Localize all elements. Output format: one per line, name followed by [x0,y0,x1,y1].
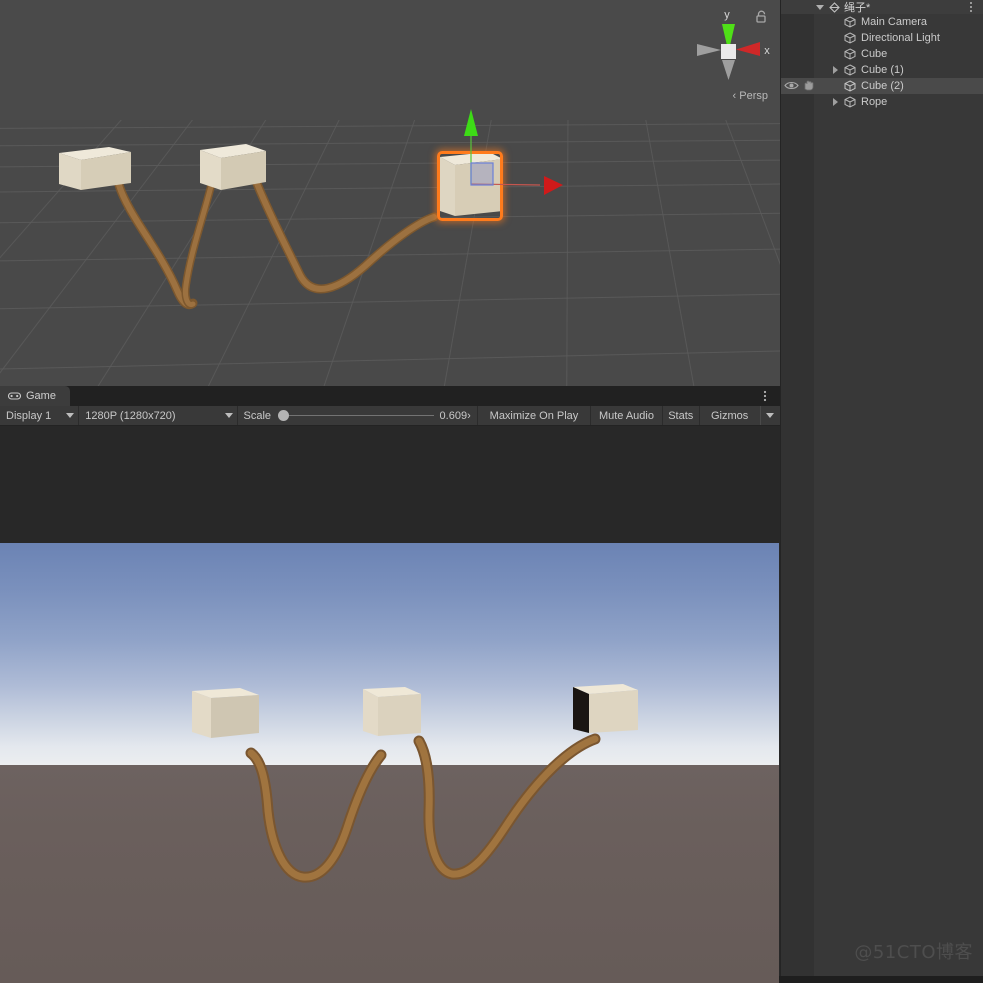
scene-gizmo-lock-icon[interactable] [755,10,768,24]
left-column: y x ‹ Persp Game Display 1 1280P (1280x7… [0,0,780,983]
hierarchy-item-label: Cube (2) [861,80,904,92]
gameobject-cube-icon [844,96,857,109]
gizmos-label: Gizmos [710,409,749,422]
mute-audio-label: Mute Audio [598,409,654,422]
game-panel-kebab-menu-icon[interactable] [759,388,771,404]
scene-grid [0,120,780,386]
game-cube-3 [573,684,638,733]
hierarchy-item-cube-1[interactable]: Cube (1) [781,62,983,78]
gizmos-dropdown-button[interactable] [760,406,780,425]
display-dropdown-label: Display 1 [6,409,52,422]
persp-text: Persp [739,90,768,102]
game-toolbar: Display 1 1280P (1280x720) Scale 0.609› [0,406,780,426]
game-cube-1 [192,688,259,738]
gizmo-center-cube [721,44,736,59]
mute-audio-button[interactable]: Mute Audio [591,406,663,425]
game-panel: Game Display 1 1280P (1280x720) Scale 0.… [0,386,780,983]
hierarchy-item-cube[interactable]: Cube [781,46,983,62]
stats-label: Stats [668,409,694,422]
scale-slider-knob[interactable] [278,410,290,421]
hierarchy-item-label: Rope [861,96,888,108]
hierarchy-item-label: Main Camera [861,16,928,28]
hierarchy-item-label: Cube [861,48,888,60]
tab-game[interactable]: Game [0,386,70,406]
gameobject-cube-icon [844,64,857,77]
stats-button[interactable]: Stats [662,406,700,425]
hierarchy-item-label: Directional Light [861,32,940,44]
scale-slider-track [278,415,434,416]
gamepad-icon [8,392,21,400]
hand-icon[interactable] [802,79,815,91]
gameobject-cube-icon [844,32,857,45]
hierarchy-gutter [781,0,814,976]
scale-slider[interactable] [278,409,434,423]
display-dropdown[interactable]: Display 1 [0,406,80,425]
hierarchy-kebab-menu-icon[interactable] [966,0,976,14]
watermark: @51CTO博客 [854,942,973,963]
chevron-down-icon [224,413,233,418]
scene-ground-plane [0,120,780,386]
gameobject-cube-icon [844,48,857,61]
hierarchy-item-directional-light[interactable]: Directional Light [781,30,983,46]
game-cube-2 [363,687,421,736]
hierarchy-item-main-camera[interactable]: Main Camera [781,14,983,30]
game-cubes [192,684,638,738]
resolution-dropdown-label: 1280P (1280x720) [85,409,176,422]
gizmo-cone-negx [697,44,721,56]
hierarchy-item-label: Cube (1) [861,64,904,76]
game-tab-row: Game [0,386,780,406]
scale-label: Scale [243,409,272,422]
scene-view[interactable]: y x ‹ Persp [0,0,780,386]
hierarchy-item-list: Main Camera Directional Light Cube Cube … [781,14,983,110]
maximize-on-play-label: Maximize On Play [489,409,579,422]
maximize-on-play-button[interactable]: Maximize On Play [477,406,592,425]
chevron-down-icon [766,413,775,418]
scale-value: 0.609› [439,409,471,422]
hierarchy-scene-root-row[interactable]: 绳子* [781,0,983,14]
expand-arrow-icon[interactable] [833,66,838,74]
gizmos-button[interactable]: Gizmos [699,406,761,425]
gameobject-cube-icon [844,16,857,29]
game-render-background [0,426,780,983]
gizmo-axis-label-x: x [764,45,770,57]
hierarchy-item-cube-2[interactable]: Cube (2) [781,78,983,94]
eye-icon[interactable] [784,80,799,91]
gizmo-cone-negy [722,60,735,80]
scene-background [0,0,780,123]
selection-outline [437,151,503,221]
gizmo-axis-label-y: y [724,9,730,21]
triangle-down-icon[interactable] [816,4,824,10]
gameobject-cube-icon [844,80,857,93]
hierarchy-panel: 绳子* Main Camera Directional Light Cube C… [780,0,983,976]
hierarchy-scene-name: 绳子* [844,2,871,14]
expand-arrow-icon[interactable] [833,98,838,106]
scene-projection-label[interactable]: ‹ Persp [733,90,768,102]
chevron-down-icon [66,413,75,418]
unity-scene-icon [829,1,840,13]
gizmo-cone-x [736,42,760,56]
hierarchy-item-rope[interactable]: Rope [781,94,983,110]
resolution-dropdown[interactable]: 1280P (1280x720) [79,406,238,425]
hierarchy-visibility-icons [784,79,815,91]
persp-chevron-icon: ‹ [732,90,737,102]
unity-editor-window: y x ‹ Persp Game Display 1 1280P (1280x7… [0,0,983,983]
game-tab-label: Game [26,390,56,402]
game-render-surface[interactable] [0,543,779,983]
scale-control-group: Scale 0.609› [237,406,478,425]
